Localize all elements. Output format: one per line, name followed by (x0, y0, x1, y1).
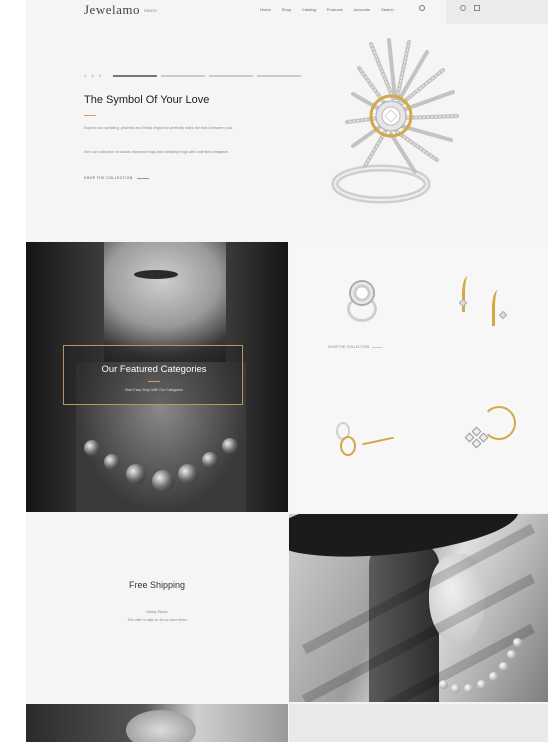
free-shipping-title: Free Shipping (128, 580, 186, 590)
ring-pearl (349, 280, 375, 306)
product-hoop-earring[interactable] (482, 406, 516, 440)
hero-paragraph-1: Explore our wedding, promise and bridal … (84, 126, 234, 130)
stud-stone (471, 438, 482, 449)
site-logo[interactable]: Jewelamo (84, 2, 140, 18)
bottom-right-panel (289, 704, 548, 742)
nav-item-products[interactable]: Products (327, 7, 343, 12)
necklace-gem (84, 440, 100, 456)
header-utility-bar (446, 0, 548, 24)
slide-indicator: 1 2 3 (84, 73, 301, 78)
product-grid (289, 242, 548, 512)
nav-item-catalog[interactable]: Catalog (302, 7, 316, 12)
necklace-gem (126, 464, 146, 484)
featured-divider (148, 381, 160, 382)
featured-categories-box: Our Featured Categories Start Easy Shop … (63, 345, 243, 405)
slide-dot-active[interactable] (112, 74, 157, 77)
necklace-gem (152, 470, 174, 492)
free-shipping-line-1: Nearly Stores (146, 610, 168, 614)
product-gold-earring-left[interactable] (462, 276, 474, 312)
product-cluster-stud[interactable] (464, 426, 489, 449)
necklace-gem (202, 452, 218, 468)
hero-paragraph-2: See our collection of classic diamond ri… (84, 150, 230, 154)
necklace-gem (104, 454, 120, 470)
model-bottom-photo (26, 704, 288, 742)
pearl (451, 684, 460, 693)
product-pearl-ring[interactable] (343, 280, 383, 326)
featured-categories-banner[interactable]: Our Featured Categories Start Easy Shop … (26, 242, 288, 512)
hero-title: The Symbol Of Your Love (84, 94, 210, 106)
pearl (464, 684, 473, 693)
featured-subtitle: Start Easy Shop With Our Categories (125, 388, 183, 392)
nav-item-accounts[interactable]: Accounts (354, 7, 370, 12)
featured-title: Our Featured Categories (101, 364, 207, 375)
shop-collection-link[interactable]: SHOP THE COLLECTION (84, 176, 149, 180)
slide-dot[interactable] (208, 74, 253, 77)
hero-divider (84, 115, 96, 116)
product-label[interactable]: SHOP THE COLLECTION (328, 345, 382, 349)
cart-icon[interactable] (474, 5, 480, 11)
slide-counter: 1 2 3 (84, 73, 103, 78)
pearl (489, 672, 498, 681)
pearl (477, 680, 486, 689)
site-header: Jewelamo RINGS Home Shop Catalog Product… (26, 0, 548, 24)
pearl (499, 662, 508, 671)
user-icon[interactable] (460, 5, 466, 11)
nav-item-home[interactable]: Home (260, 7, 271, 12)
photo-lips (134, 270, 178, 279)
pearl (439, 680, 448, 689)
product-knot-earring[interactable] (332, 420, 360, 460)
pearl (507, 650, 516, 659)
nav-item-shop[interactable]: Shop (282, 7, 291, 12)
photo-face (126, 710, 196, 742)
necklace-gem (222, 438, 238, 454)
slide-dot[interactable] (160, 74, 205, 77)
pearl (513, 638, 522, 647)
free-shipping-line-2: This offer is valid on all our store ite… (127, 618, 187, 622)
search-icon[interactable] (419, 5, 425, 11)
logo-subtitle: RINGS (144, 8, 157, 13)
knot-loop-gold (340, 436, 356, 456)
page: Jewelamo RINGS Home Shop Catalog Product… (26, 0, 548, 742)
necklace-gem (178, 464, 198, 484)
nav-item-search[interactable]: Search (381, 7, 394, 12)
model-hat-photo (289, 514, 548, 702)
main-nav: Home Shop Catalog Products Accounts Sear… (260, 7, 394, 12)
slide-dot[interactable] (256, 74, 301, 77)
product-gold-earring-right[interactable] (492, 290, 504, 326)
hero-ring-image (331, 38, 459, 204)
